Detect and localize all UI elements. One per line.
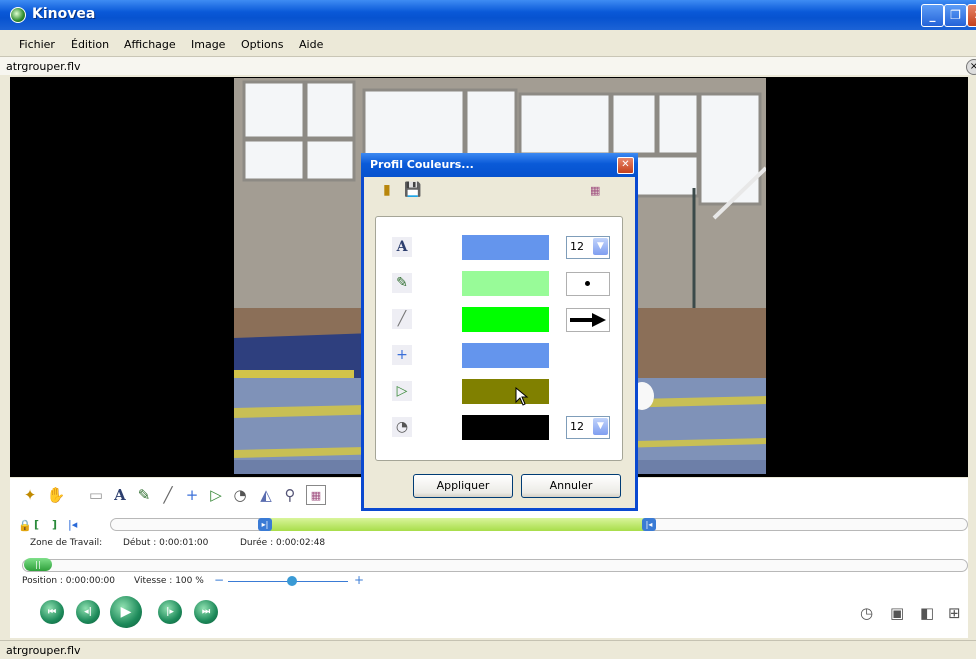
minimize-button[interactable]: _ bbox=[921, 4, 944, 27]
timer-icon[interactable]: ◷ bbox=[860, 604, 873, 622]
text-color-swatch[interactable] bbox=[462, 235, 549, 260]
line-style-box[interactable] bbox=[566, 308, 610, 332]
chrono-color-swatch[interactable] bbox=[462, 415, 549, 440]
dialog-title: Profil Couleurs... bbox=[370, 158, 474, 171]
dialog-title-bar[interactable]: Profil Couleurs... bbox=[361, 153, 638, 177]
mouse-cursor-icon bbox=[515, 387, 529, 406]
document-tool-icon[interactable]: ▭ bbox=[86, 485, 106, 505]
first-frame-button[interactable]: ⏮ bbox=[40, 600, 64, 624]
next-frame-button[interactable]: |▸ bbox=[158, 600, 182, 624]
dialog-close-button[interactable]: ✕ bbox=[617, 157, 634, 174]
close-file-icon[interactable]: × bbox=[966, 59, 976, 75]
set-end-icon[interactable]: ] bbox=[52, 518, 57, 531]
cancel-button[interactable]: Annuler bbox=[521, 474, 621, 498]
menu-edition[interactable]: Édition bbox=[71, 38, 109, 51]
presentation-icon[interactable]: ⊞ bbox=[948, 604, 961, 622]
zone-label: Zone de Travail: bbox=[30, 538, 103, 548]
working-zone-selection[interactable] bbox=[260, 518, 654, 531]
play-button[interactable]: ▶ bbox=[110, 596, 142, 628]
export-video-icon[interactable]: ◧ bbox=[920, 604, 934, 622]
zone-start-time: Début : 0:00:01:00 bbox=[123, 538, 209, 548]
position-track[interactable] bbox=[22, 559, 968, 572]
default-profile-icon[interactable]: ▦ bbox=[590, 184, 600, 197]
position-time: Position : 0:00:00:00 bbox=[22, 576, 115, 586]
menu-aide[interactable]: Aide bbox=[299, 38, 323, 51]
lock-icon[interactable]: 🔒 bbox=[18, 519, 32, 532]
text-size-value: 12 bbox=[570, 240, 584, 253]
pencil-color-swatch[interactable] bbox=[462, 271, 549, 296]
angle-tool-icon[interactable]: ▷ bbox=[206, 485, 226, 505]
apply-button[interactable]: Appliquer bbox=[413, 474, 513, 498]
last-frame-button[interactable]: ⏭ bbox=[194, 600, 218, 624]
load-profile-icon[interactable]: ▮ bbox=[383, 182, 391, 198]
pencil-tool-icon[interactable]: ✎ bbox=[134, 485, 154, 505]
chevron-down-icon: ▼ bbox=[593, 418, 608, 435]
restore-button[interactable]: ❐ bbox=[944, 4, 967, 27]
timeline-panel: 🔒 [ ] |◂ ▸| |◂ Zone de Travail: Début : … bbox=[10, 512, 968, 638]
speed-increase-icon[interactable]: + bbox=[354, 573, 364, 587]
zone-start-handle[interactable]: ▸| bbox=[258, 518, 272, 531]
cross-color-swatch[interactable] bbox=[462, 343, 549, 368]
menu-options[interactable]: Options bbox=[241, 38, 283, 51]
speed-decrease-icon[interactable]: − bbox=[214, 573, 224, 587]
set-start-icon[interactable]: [ bbox=[34, 518, 39, 531]
color-profile-icon[interactable]: ▦ bbox=[306, 485, 326, 505]
pencil-tool-icon: ✎ bbox=[392, 273, 412, 293]
goto-start-icon[interactable]: |◂ bbox=[68, 518, 77, 531]
grid-tool-icon[interactable]: ◭ bbox=[256, 485, 276, 505]
status-bar: atrgrouper.flv bbox=[0, 640, 976, 659]
status-text: atrgrouper.flv bbox=[6, 644, 81, 657]
menu-image[interactable]: Image bbox=[191, 38, 225, 51]
kinovea-logo-icon bbox=[10, 7, 26, 23]
position-cursor[interactable]: || bbox=[24, 558, 52, 571]
menu-affichage[interactable]: Affichage bbox=[124, 38, 176, 51]
cross-tool-icon[interactable]: + bbox=[182, 485, 202, 505]
line-color-swatch[interactable] bbox=[462, 307, 549, 332]
pencil-style-box[interactable] bbox=[566, 272, 610, 296]
text-tool-icon: A bbox=[392, 237, 412, 257]
new-key-image-icon[interactable]: ✦ bbox=[20, 485, 40, 505]
magnifier-tool-icon[interactable]: ⚲ bbox=[280, 485, 300, 505]
chrono-size-value: 12 bbox=[570, 420, 584, 433]
menu-fichier[interactable]: Fichier bbox=[19, 38, 55, 51]
chrono-size-select[interactable]: 12 ▼ bbox=[566, 416, 610, 439]
hand-tool-icon[interactable]: ✋ bbox=[46, 485, 66, 505]
window-title: Kinovea bbox=[32, 6, 96, 22]
zone-end-handle[interactable]: |◂ bbox=[642, 518, 656, 531]
close-button[interactable]: ✕ bbox=[967, 4, 976, 27]
line-tool-icon[interactable]: ╱ bbox=[158, 485, 178, 505]
text-tool-icon[interactable]: A bbox=[110, 485, 130, 505]
angle-color-swatch[interactable] bbox=[462, 379, 549, 404]
arrow-icon bbox=[570, 313, 606, 327]
chrono-tool-icon: ◔ bbox=[392, 417, 412, 437]
file-tab-name[interactable]: atrgrouper.flv bbox=[6, 60, 81, 73]
zone-duration: Durée : 0:00:02:48 bbox=[240, 538, 326, 548]
title-bar: Kinovea _ ❐ ✕ bbox=[0, 0, 976, 30]
speed-label: Vitesse : 100 % bbox=[134, 576, 204, 586]
chrono-tool-icon[interactable]: ◔ bbox=[230, 485, 250, 505]
speed-slider-thumb[interactable] bbox=[287, 576, 297, 586]
text-size-select[interactable]: 12 ▼ bbox=[566, 236, 610, 259]
save-profile-icon[interactable]: 💾 bbox=[404, 182, 421, 198]
line-tool-icon: ╱ bbox=[392, 309, 412, 329]
chevron-down-icon: ▼ bbox=[593, 238, 608, 255]
snapshot-icon[interactable]: ▣ bbox=[890, 604, 904, 622]
menu-bar: Fichier Édition Affichage Image Options … bbox=[0, 30, 976, 57]
dot-icon bbox=[585, 281, 590, 286]
previous-frame-button[interactable]: ◂| bbox=[76, 600, 100, 624]
angle-tool-icon: ▷ bbox=[392, 381, 412, 401]
cross-tool-icon: + bbox=[392, 345, 412, 365]
file-tab-strip: atrgrouper.flv × bbox=[0, 57, 976, 75]
